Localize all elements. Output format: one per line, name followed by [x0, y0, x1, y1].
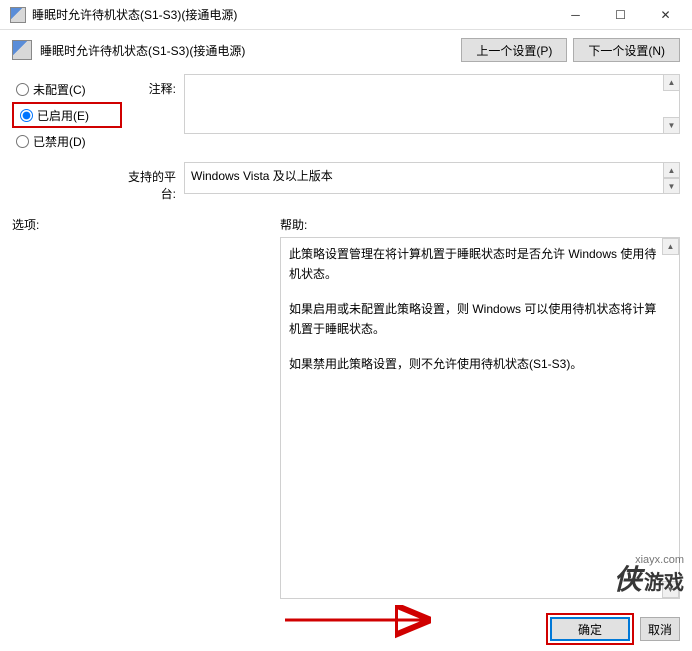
- previous-setting-button[interactable]: 上一个设置(P): [461, 38, 567, 62]
- window-title: 睡眠时允许待机状态(S1-S3)(接通电源): [32, 6, 553, 23]
- comment-textarea[interactable]: [184, 74, 680, 134]
- radio-disabled-label: 已禁用(D): [33, 133, 86, 150]
- scroll-up-icon[interactable]: ▲: [663, 74, 680, 91]
- scroll-up-icon[interactable]: ▲: [663, 162, 680, 178]
- main-panels: 此策略设置管理在将计算机置于睡眠状态时是否允许 Windows 使用待机状态。 …: [0, 237, 692, 607]
- ok-highlight: 确定: [546, 613, 634, 645]
- maximize-button[interactable]: ☐: [598, 1, 643, 29]
- comment-scroll: ▲ ▼: [663, 74, 680, 134]
- options-label: 选项:: [12, 216, 280, 233]
- radio-not-configured-label: 未配置(C): [33, 81, 86, 98]
- radio-group: 未配置(C) 已启用(E) 已禁用(D): [12, 74, 122, 152]
- help-panel: 此策略设置管理在将计算机置于睡眠状态时是否允许 Windows 使用待机状态。 …: [280, 237, 680, 599]
- scroll-down-icon[interactable]: ▼: [662, 581, 679, 598]
- help-paragraph-1: 此策略设置管理在将计算机置于睡眠状态时是否允许 Windows 使用待机状态。: [289, 244, 659, 285]
- help-paragraph-3: 如果禁用此策略设置，则不允许使用待机状态(S1-S3)。: [289, 354, 659, 374]
- platform-label: 支持的平台:: [122, 162, 184, 202]
- comment-label: 注释:: [122, 74, 184, 97]
- policy-icon: [10, 7, 26, 23]
- radio-enabled-input[interactable]: [20, 109, 33, 122]
- policy-title: 睡眠时允许待机状态(S1-S3)(接通电源): [40, 42, 455, 59]
- scroll-down-icon[interactable]: ▼: [663, 178, 680, 194]
- scroll-down-icon[interactable]: ▼: [663, 117, 680, 134]
- platform-scroll: ▲ ▼: [663, 162, 680, 194]
- radio-disabled-input[interactable]: [16, 135, 29, 148]
- policy-header-icon: [12, 40, 32, 60]
- platform-row: 支持的平台: Windows Vista 及以上版本 ▲ ▼: [0, 160, 692, 210]
- enabled-highlight: 已启用(E): [12, 102, 122, 128]
- radio-not-configured[interactable]: 未配置(C): [12, 78, 122, 100]
- window-controls: ─ ☐ ✕: [553, 1, 688, 29]
- options-panel: [12, 237, 270, 599]
- platform-text: Windows Vista 及以上版本: [191, 169, 333, 183]
- header-row: 睡眠时允许待机状态(S1-S3)(接通电源) 上一个设置(P) 下一个设置(N): [0, 30, 692, 70]
- config-row: 未配置(C) 已启用(E) 已禁用(D) 注释: ▲ ▼: [0, 70, 692, 160]
- radio-enabled-label: 已启用(E): [37, 107, 89, 124]
- radio-disabled[interactable]: 已禁用(D): [12, 130, 122, 152]
- minimize-button[interactable]: ─: [553, 1, 598, 29]
- radio-not-configured-input[interactable]: [16, 83, 29, 96]
- platform-box-wrap: Windows Vista 及以上版本 ▲ ▼: [184, 162, 680, 194]
- footer-row: 确定 取消: [0, 607, 692, 651]
- radio-enabled[interactable]: 已启用(E): [16, 104, 118, 126]
- platform-box: Windows Vista 及以上版本: [184, 162, 680, 194]
- help-scroll: ▲ ▼: [662, 238, 679, 598]
- next-setting-button[interactable]: 下一个设置(N): [573, 38, 680, 62]
- scroll-up-icon[interactable]: ▲: [662, 238, 679, 255]
- mid-labels: 选项: 帮助:: [0, 210, 692, 237]
- comment-box-wrap: ▲ ▼: [184, 74, 680, 134]
- help-label: 帮助:: [280, 216, 307, 233]
- titlebar: 睡眠时允许待机状态(S1-S3)(接通电源) ─ ☐ ✕: [0, 0, 692, 30]
- close-button[interactable]: ✕: [643, 1, 688, 29]
- cancel-button[interactable]: 取消: [640, 617, 680, 641]
- ok-button[interactable]: 确定: [550, 617, 630, 641]
- help-paragraph-2: 如果启用或未配置此策略设置，则 Windows 可以使用待机状态将计算机置于睡眠…: [289, 299, 659, 340]
